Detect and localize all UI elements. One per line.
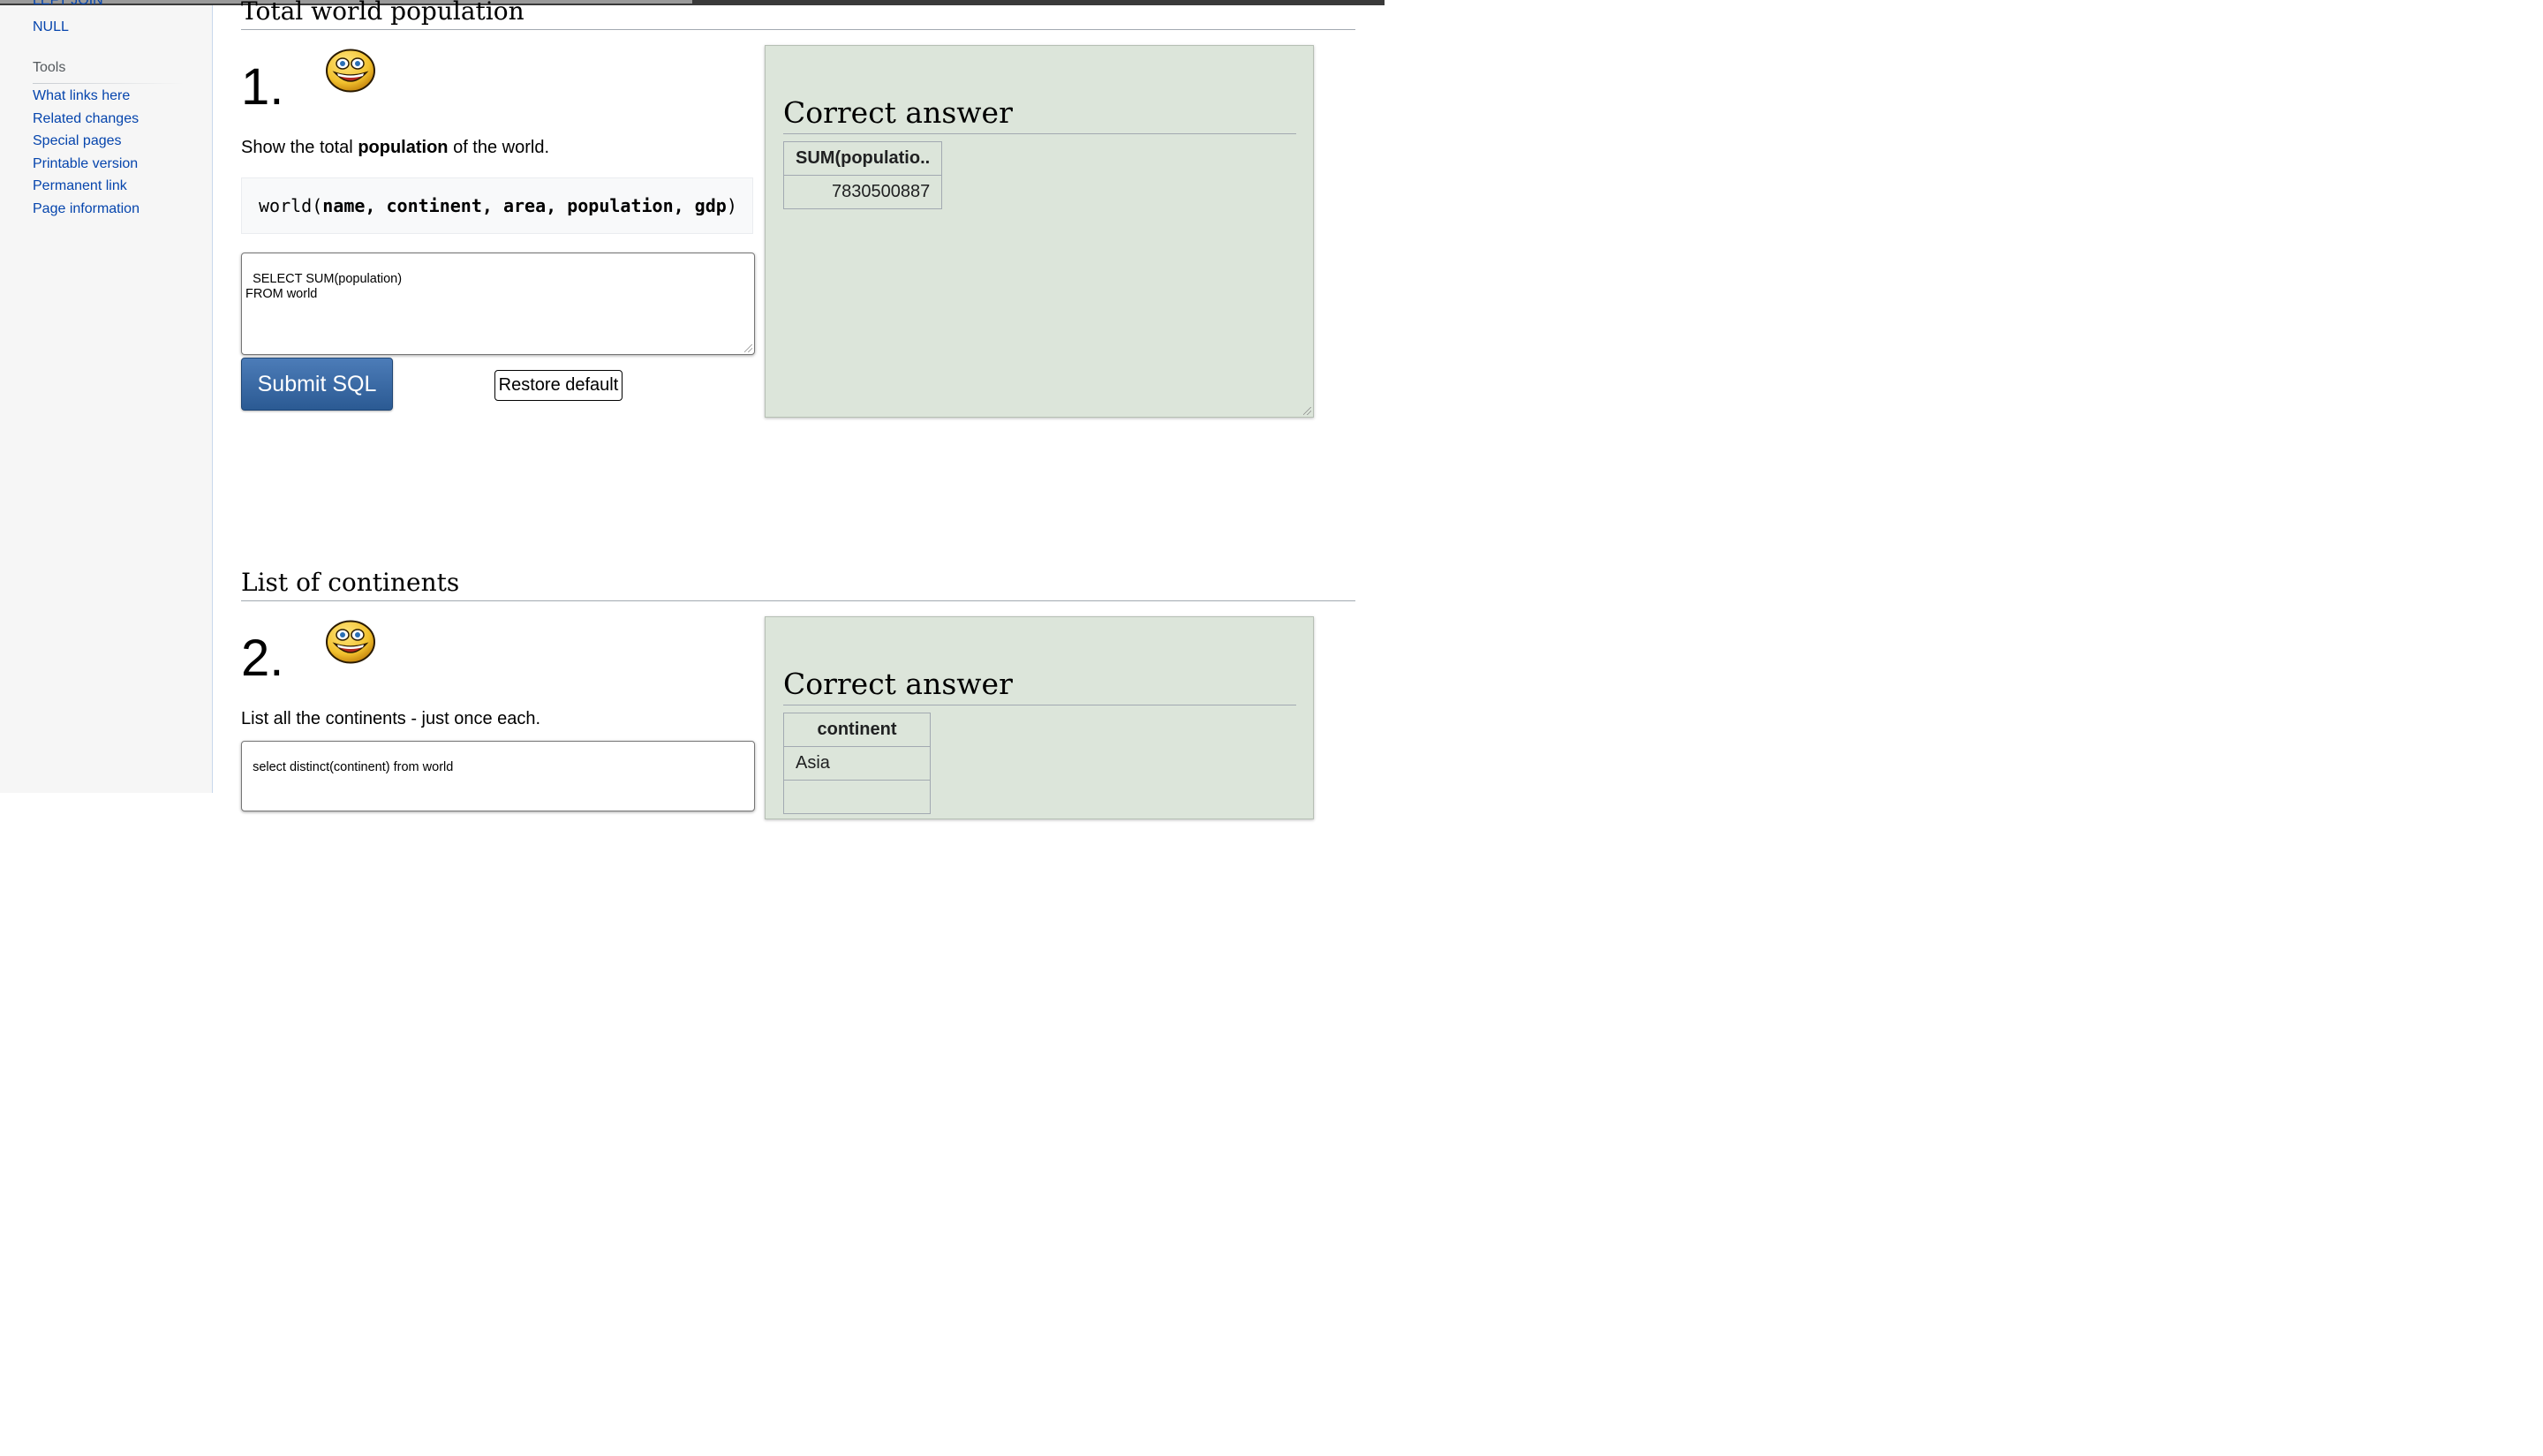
section-title-q2: List of continents bbox=[241, 568, 460, 597]
sql-editor-q2[interactable]: select distinct(continent) from world bbox=[241, 741, 755, 811]
answer-cell: Asia bbox=[783, 746, 931, 781]
sidebar-link-null[interactable]: NULL bbox=[33, 19, 69, 35]
tools-divider bbox=[33, 83, 185, 84]
smiley-icon bbox=[326, 49, 375, 93]
sidebar-link-related-changes[interactable]: Related changes bbox=[33, 111, 139, 127]
question-prompt-q1: Show the total population of the world. bbox=[241, 138, 550, 157]
sidebar: LEFT JOIN NULL Tools What links here Rel… bbox=[0, 0, 213, 793]
resize-handle-icon[interactable] bbox=[1303, 407, 1311, 415]
correct-answer-title-q1: Correct answer bbox=[783, 95, 1013, 130]
section-rule-q1 bbox=[241, 29, 1355, 30]
answer-table-q2: continent Asia bbox=[783, 713, 931, 814]
sql-editor-q1[interactable]: SELECT SUM(population) FROM world bbox=[241, 253, 755, 355]
submit-sql-button[interactable]: Submit SQL bbox=[241, 358, 393, 411]
correct-answer-panel-q1: Correct answer SUM(populatio.. 783050088… bbox=[765, 45, 1314, 418]
correct-answer-rule-q1 bbox=[783, 133, 1296, 134]
question-prompt-q2: List all the continents - just once each… bbox=[241, 709, 541, 728]
sql-text-q1: SELECT SUM(population) FROM world bbox=[245, 272, 403, 301]
answer-table-q1: SUM(populatio.. 7830500887 bbox=[782, 141, 943, 209]
section-title-q1: Total world population bbox=[241, 0, 524, 26]
correct-answer-title-q2: Correct answer bbox=[783, 667, 1013, 701]
smiley-icon bbox=[326, 620, 375, 664]
sidebar-link-what-links-here[interactable]: What links here bbox=[33, 88, 130, 104]
answer-cell: 7830500887 bbox=[782, 175, 943, 209]
correct-answer-panel-q2: Correct answer continent Asia bbox=[765, 616, 1314, 819]
section-rule-q2 bbox=[241, 600, 1355, 601]
sidebar-link-special-pages[interactable]: Special pages bbox=[33, 133, 122, 149]
answer-column-header: continent bbox=[783, 713, 931, 747]
answer-cell bbox=[783, 780, 931, 814]
tools-heading: Tools bbox=[33, 60, 66, 75]
restore-default-button[interactable]: Restore default bbox=[494, 370, 623, 401]
sql-text-q2: select distinct(continent) from world bbox=[253, 760, 454, 774]
sidebar-link-left-join[interactable]: LEFT JOIN bbox=[33, 0, 103, 9]
sidebar-link-permanent-link[interactable]: Permanent link bbox=[33, 178, 127, 194]
sidebar-link-printable-version[interactable]: Printable version bbox=[33, 156, 138, 172]
question-number-q2: 2. bbox=[241, 630, 284, 687]
answer-column-header: SUM(populatio.. bbox=[782, 141, 943, 176]
schema-box-q1: world(name, continent, area, population,… bbox=[241, 177, 753, 234]
resize-handle-icon[interactable] bbox=[744, 344, 752, 352]
question-number-q1: 1. bbox=[241, 58, 284, 116]
sidebar-link-page-information[interactable]: Page information bbox=[33, 201, 140, 217]
